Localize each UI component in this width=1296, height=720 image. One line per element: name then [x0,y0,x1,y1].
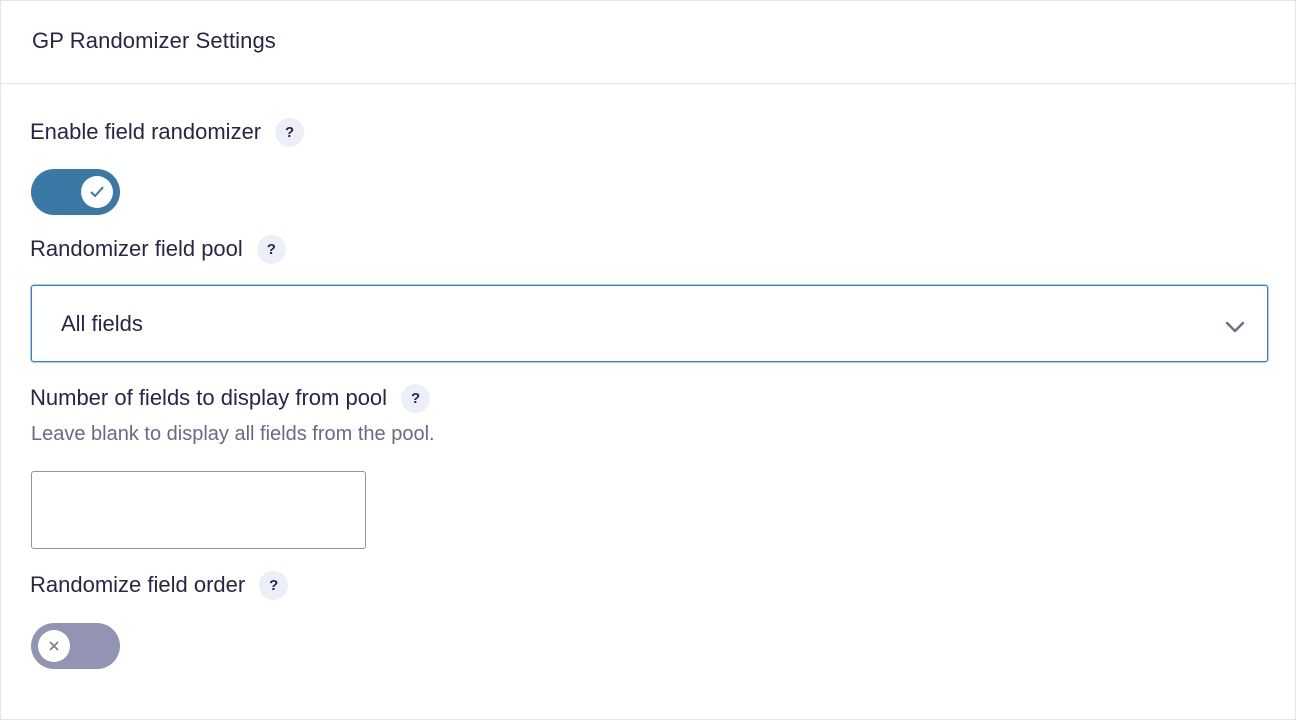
chevron-down-icon [1225,313,1245,339]
field-pool-label: Randomizer field pool [30,236,243,261]
display-count-label: Number of fields to display from pool [30,385,388,410]
enable-randomizer-row: Enable field randomizer ? [30,117,305,147]
display-count-input[interactable] [31,471,366,549]
panel-header: GP Randomizer Settings [1,1,1295,84]
randomize-order-toggle[interactable] [31,623,120,669]
field-pool-help-icon[interactable]: ? [256,234,286,264]
enable-randomizer-help-icon[interactable]: ? [275,117,305,147]
checkmark-icon [81,176,113,208]
settings-panel: GP Randomizer Settings Enable field rand… [0,0,1296,720]
field-pool-row: Randomizer field pool ? [30,234,286,264]
panel-title: GP Randomizer Settings [32,28,276,53]
enable-randomizer-toggle[interactable] [31,169,120,215]
field-pool-selected-value: All fields [61,310,143,336]
display-count-row: Number of fields to display from pool ? [30,383,431,413]
field-pool-select[interactable]: All fields [31,285,1268,362]
display-count-description: Leave blank to display all fields from t… [31,423,435,445]
randomize-order-row: Randomize field order ? [30,570,289,600]
enable-randomizer-label: Enable field randomizer [30,119,262,144]
randomize-order-help-icon[interactable]: ? [259,570,289,600]
x-icon [38,630,70,662]
randomize-order-label: Randomize field order [30,572,246,597]
display-count-help-icon[interactable]: ? [401,383,431,413]
